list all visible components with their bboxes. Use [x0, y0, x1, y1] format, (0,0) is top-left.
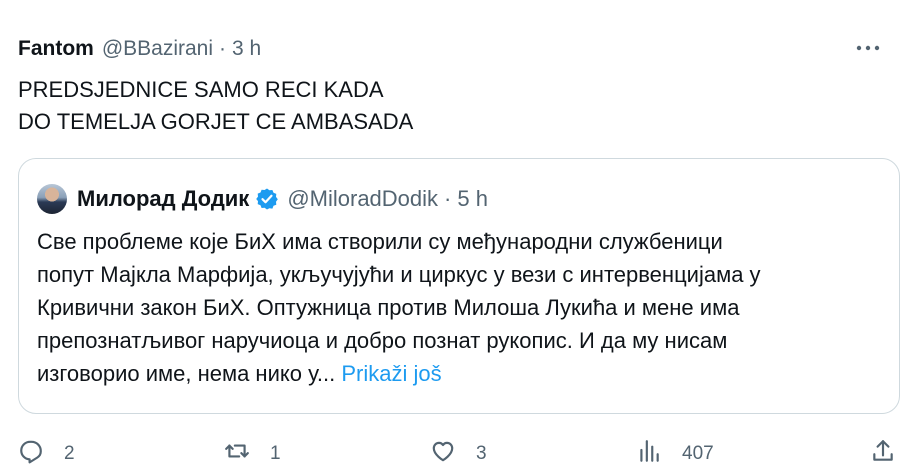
show-more-link[interactable]: Prikaži još: [341, 361, 441, 386]
like-button[interactable]: 3: [430, 436, 487, 472]
share-button[interactable]: [870, 436, 896, 472]
share-icon: [870, 438, 896, 470]
like-count: 3: [476, 443, 487, 464]
views-count: 407: [682, 443, 714, 464]
quoted-text-line: попут Мајкла Марфија, укључујући и цирку…: [37, 262, 761, 287]
tweet-header: Fantom @BBazirani · 3 h: [18, 34, 882, 64]
quoted-tweet-header: Милорад Додик @MiloradDodik · 5 h: [37, 181, 889, 217]
quoted-text-line-last: изговорио име, нема нико у... Prikaži jo…: [37, 357, 887, 390]
repost-count: 1: [270, 443, 281, 464]
quoted-author-handle[interactable]: @MiloradDodik: [287, 186, 438, 212]
reply-button[interactable]: 2: [18, 436, 75, 472]
tweet-text-line: DO TEMELJA GORJET CE AMBASADA: [18, 109, 414, 134]
quoted-text-line: препознатљивог наручиоца и добро познат …: [37, 328, 728, 353]
quoted-tweet-time[interactable]: 5 h: [457, 186, 488, 212]
tweet-text: PREDSJEDNICE SAMO RECI KADA DO TEMELJA G…: [18, 74, 878, 138]
quoted-text-line: Кривични закон БиХ. Оптужница против Мил…: [37, 295, 740, 320]
avatar[interactable]: [37, 184, 67, 214]
verified-badge-icon: [255, 187, 279, 211]
repost-icon: [224, 438, 250, 470]
quoted-text-line: Све проблеме које БиХ има створили су ме…: [37, 229, 723, 254]
like-icon: [430, 438, 456, 470]
reply-count: 2: [64, 443, 75, 464]
quoted-tweet[interactable]: Милорад Додик @MiloradDodik · 5 h Све пр…: [18, 158, 900, 414]
quoted-tweet-text: Све проблеме које БиХ има створили су ме…: [37, 225, 887, 390]
action-bar: 2 1 3 407: [18, 436, 900, 472]
author-name[interactable]: Fantom: [18, 37, 94, 61]
separator-dot: ·: [444, 186, 452, 211]
author-handle[interactable]: @BBazirani: [102, 37, 213, 61]
reply-icon: [18, 438, 44, 470]
separator-dot: ·: [219, 37, 227, 60]
quoted-author-name[interactable]: Милорад Додик: [77, 186, 249, 212]
views-icon: [636, 438, 662, 470]
quoted-text-line: изговорио име, нема нико у...: [37, 361, 336, 386]
tweet-time[interactable]: 3 h: [232, 37, 261, 61]
more-icon[interactable]: [854, 36, 882, 60]
views-button[interactable]: 407: [636, 436, 714, 472]
tweet-text-line: PREDSJEDNICE SAMO RECI KADA: [18, 77, 384, 102]
repost-button[interactable]: 1: [224, 436, 281, 472]
